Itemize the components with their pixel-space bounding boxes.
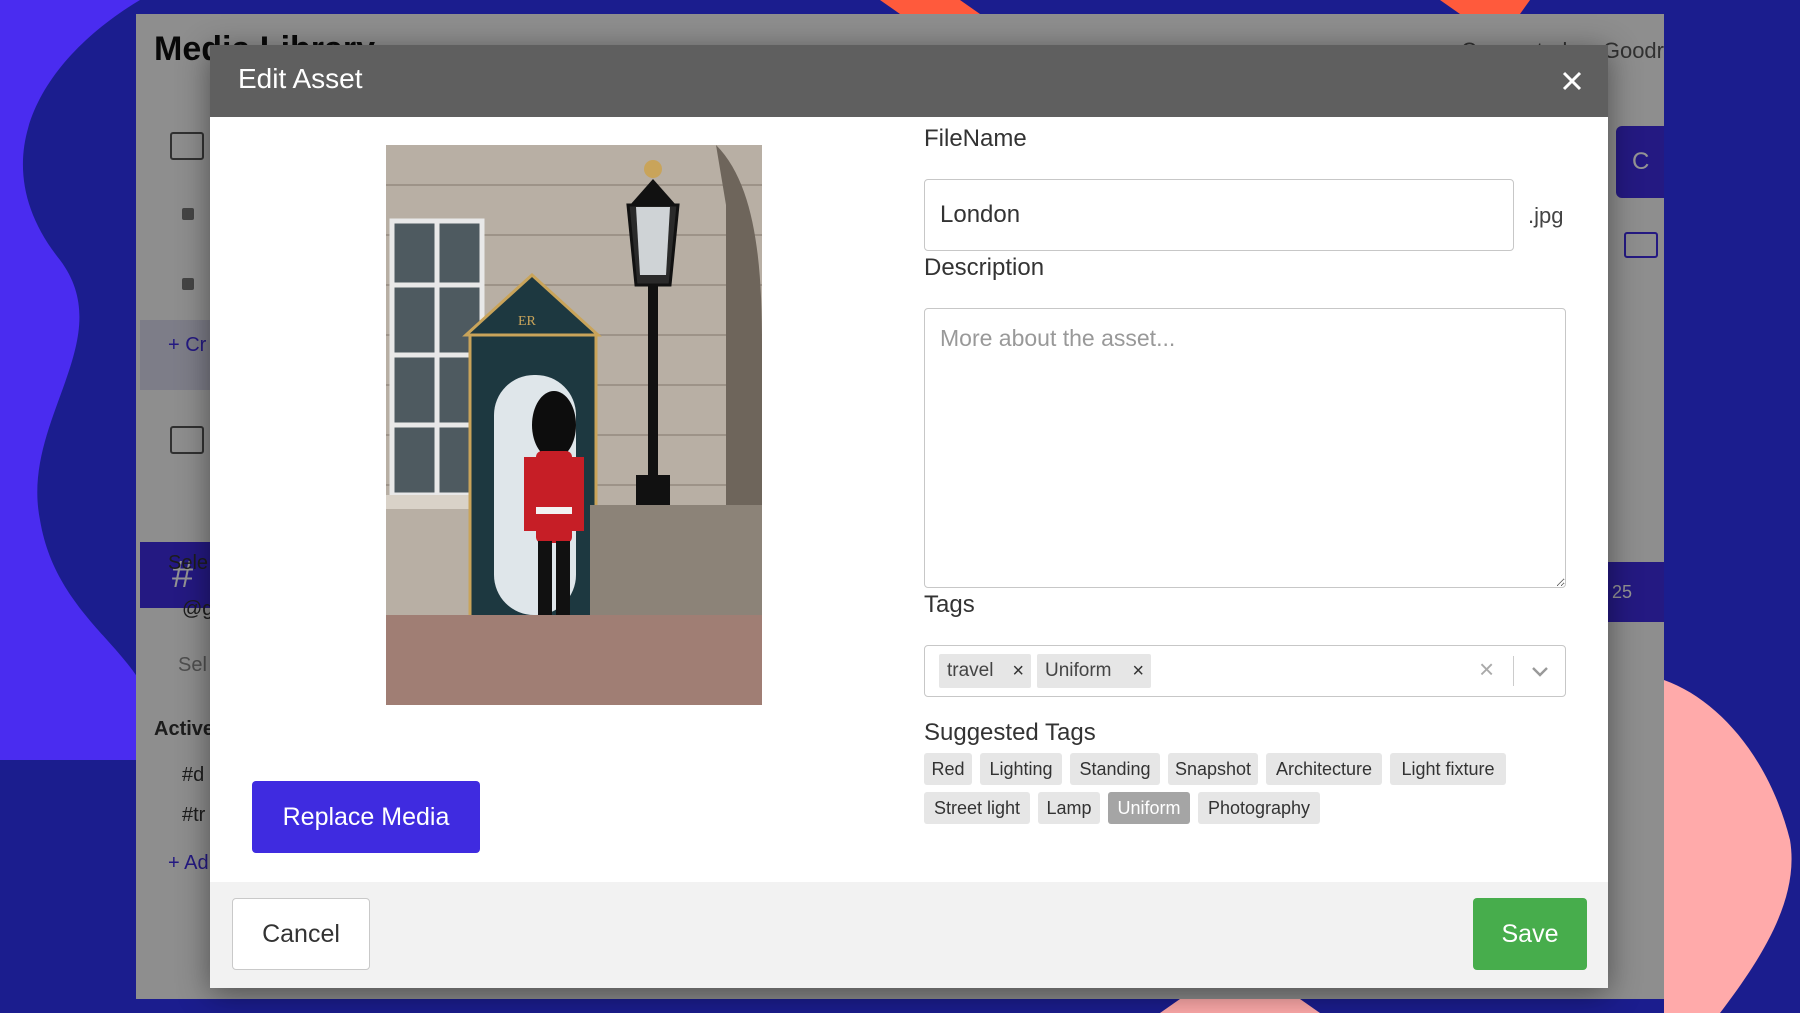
suggested-tag[interactable]: Street light: [924, 792, 1030, 824]
suggested-tag[interactable]: Standing: [1070, 753, 1160, 785]
tag-chip: Uniform ×: [1037, 654, 1151, 688]
save-button[interactable]: Save: [1473, 898, 1587, 970]
modal-footer: Cancel Save: [210, 882, 1608, 988]
chevron-down-icon[interactable]: [1529, 660, 1551, 682]
edit-asset-modal: Edit Asset ER Replace Media FileName Lon…: [210, 45, 1608, 988]
description-label: Description: [924, 254, 1045, 281]
cancel-button[interactable]: Cancel: [232, 898, 370, 970]
close-icon[interactable]: [1556, 65, 1588, 97]
tags-label: Tags: [924, 591, 975, 618]
remove-tag-icon[interactable]: ×: [1132, 654, 1144, 688]
replace-media-button[interactable]: Replace Media: [252, 781, 480, 853]
modal-title: Edit Asset: [238, 63, 363, 94]
suggested-tag[interactable]: Lamp: [1038, 792, 1100, 824]
suggested-tag[interactable]: Photography: [1198, 792, 1320, 824]
tags-divider: [1513, 656, 1514, 686]
modal-header: Edit Asset: [210, 45, 1608, 117]
file-extension: .jpg: [1528, 203, 1564, 228]
tag-chip-label: travel: [947, 660, 994, 681]
suggested-tag-selected[interactable]: Uniform: [1108, 792, 1190, 824]
tag-chip-label: Uniform: [1045, 660, 1112, 681]
suggested-tag[interactable]: Red: [924, 753, 972, 785]
remove-tag-icon[interactable]: ×: [1012, 654, 1024, 688]
filename-input[interactable]: [924, 179, 1514, 251]
clear-tags-icon[interactable]: ×: [1479, 654, 1494, 685]
suggested-tag[interactable]: Architecture: [1266, 753, 1382, 785]
filename-label: FileName: [924, 125, 1027, 152]
tags-select[interactable]: travel × Uniform × ×: [924, 645, 1566, 697]
suggested-tags-label: Suggested Tags: [924, 719, 1096, 746]
svg-text:ER: ER: [518, 314, 537, 329]
tag-chip: travel ×: [939, 654, 1031, 688]
suggested-tag[interactable]: Light fixture: [1390, 753, 1506, 785]
suggested-tag[interactable]: Lighting: [980, 753, 1062, 785]
description-textarea[interactable]: [924, 308, 1566, 588]
asset-preview-image: ER: [386, 145, 762, 705]
suggested-tag[interactable]: Snapshot: [1168, 753, 1258, 785]
